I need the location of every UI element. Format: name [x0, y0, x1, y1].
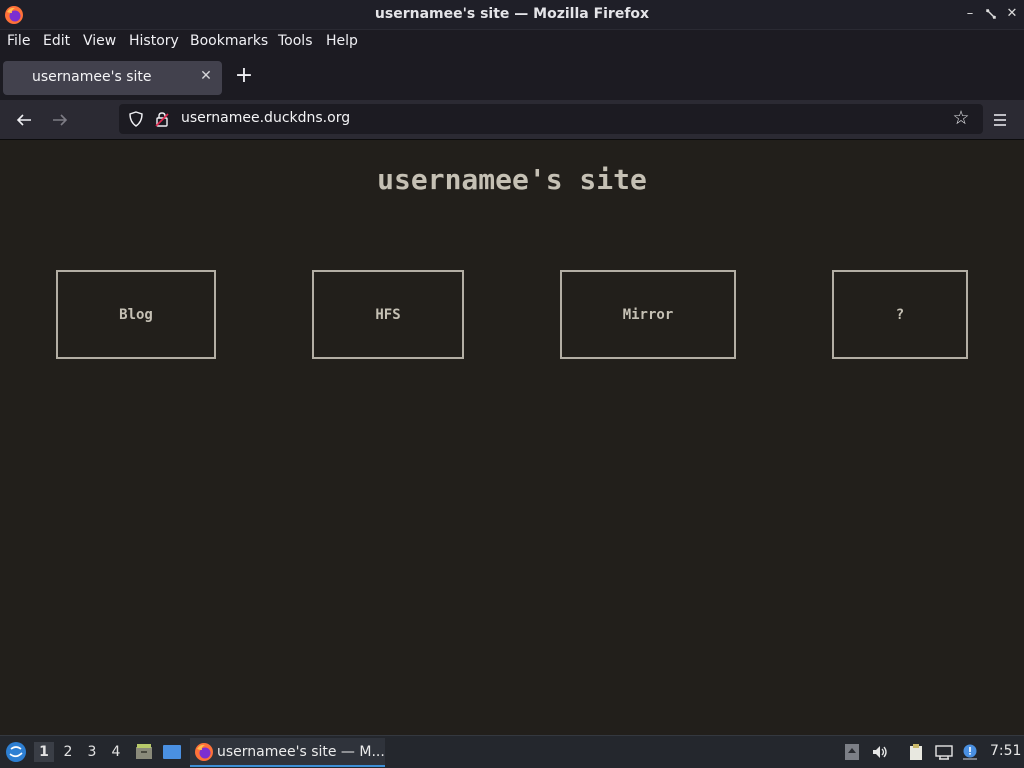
- lock-icon[interactable]: [153, 110, 171, 128]
- taskbar-firefox-window[interactable]: usernamee's site — M...: [190, 738, 385, 767]
- task-label: usernamee's site — M...: [217, 744, 385, 760]
- menu-history[interactable]: History: [129, 33, 179, 49]
- url-text: usernamee.duckdns.org: [181, 110, 351, 126]
- forward-button[interactable]: [48, 108, 72, 132]
- menu-bookmarks[interactable]: Bookmarks: [190, 33, 268, 49]
- window-titlebar[interactable]: usernamee's site — Mozilla Firefox – ✕: [0, 0, 1024, 30]
- page-content: usernamee's site Blog HFS Mirror ?: [0, 141, 1024, 735]
- navigation-toolbar: usernamee.duckdns.org ☆: [0, 100, 1024, 140]
- shield-icon[interactable]: [127, 110, 145, 128]
- blog-link[interactable]: Blog: [56, 270, 216, 359]
- menu-help[interactable]: Help: [326, 33, 358, 49]
- tab-strip: usernamee's site ✕ +: [0, 54, 1024, 100]
- hfs-link[interactable]: HFS: [312, 270, 464, 359]
- workspace-2[interactable]: 2: [58, 742, 78, 762]
- workspace-4[interactable]: 4: [106, 742, 126, 762]
- tab-label: usernamee's site: [32, 69, 152, 85]
- volume-icon[interactable]: [871, 743, 889, 761]
- menu-view[interactable]: View: [83, 33, 116, 49]
- bookmark-star-icon[interactable]: ☆: [951, 108, 971, 128]
- url-bar[interactable]: usernamee.duckdns.org ☆: [119, 104, 983, 134]
- menu-tools[interactable]: Tools: [278, 33, 313, 49]
- notification-icon[interactable]: [961, 743, 979, 761]
- tab-close-icon[interactable]: ✕: [198, 68, 214, 84]
- firefox-icon: [195, 743, 213, 761]
- window-title: usernamee's site — Mozilla Firefox: [374, 6, 650, 22]
- clipboard-icon[interactable]: [907, 743, 925, 761]
- arrow-right-icon: [53, 114, 68, 126]
- page-title: usernamee's site: [377, 163, 647, 196]
- clock[interactable]: 7:51: [990, 743, 1021, 759]
- close-icon[interactable]: ✕: [1004, 6, 1020, 22]
- workspace-3[interactable]: 3: [82, 742, 102, 762]
- network-icon[interactable]: [935, 743, 953, 761]
- app-menu-icon[interactable]: [988, 108, 1012, 132]
- menu-bar: File Edit View History Bookmarks Tools H…: [0, 30, 1024, 54]
- taskbar: 1 2 3 4 usernamee's site — M... 7:51: [0, 735, 1024, 768]
- desktop-icon[interactable]: [162, 742, 182, 762]
- mirror-link[interactable]: Mirror: [560, 270, 736, 359]
- tab-active[interactable]: usernamee's site ✕: [3, 61, 222, 95]
- start-menu-icon[interactable]: [5, 741, 27, 763]
- back-button[interactable]: [12, 108, 36, 132]
- menu-edit[interactable]: Edit: [43, 33, 70, 49]
- arrow-left-icon: [16, 114, 31, 126]
- unknown-link[interactable]: ?: [832, 270, 968, 359]
- workspace-1[interactable]: 1: [34, 742, 54, 762]
- file-manager-icon[interactable]: [134, 742, 154, 762]
- tray-up-arrow-icon[interactable]: [843, 743, 861, 761]
- menu-file[interactable]: File: [7, 33, 30, 49]
- minimize-icon[interactable]: –: [962, 6, 978, 22]
- restore-icon[interactable]: [983, 6, 999, 22]
- new-tab-button[interactable]: +: [233, 65, 255, 88]
